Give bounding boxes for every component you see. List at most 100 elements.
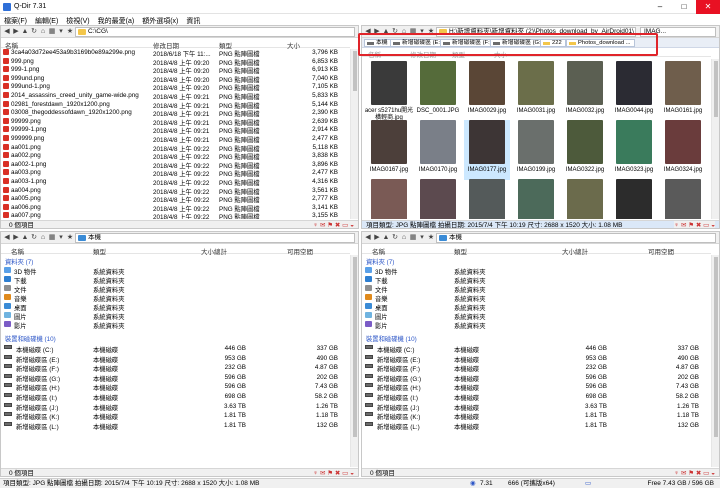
drive-row[interactable]: 新增磁碟區 (H:) 本機磁碟 596 GB 7.43 GB: [362, 383, 705, 392]
scrollbar[interactable]: [711, 59, 719, 219]
thumbnail-item[interactable]: IMAG0167.jpg: [366, 120, 412, 180]
table-row[interactable]: 999999.png 2018/4/8 上午 09:21 PNG 點陣圖檔 2,477…: [1, 135, 344, 144]
up-icon[interactable]: ▲: [21, 28, 29, 36]
table-row[interactable]: aa001.png 2018/4/8 上午 09:22 PNG 點陣圖檔 5,118 …: [1, 143, 344, 153]
list-item[interactable]: 3D 物件 系統資料夾: [1, 267, 344, 276]
drive-row[interactable]: 新增磁碟區 (I:) 本機磁碟 698 GB 58.2 GB: [362, 393, 705, 402]
back-icon[interactable]: ◀: [364, 234, 372, 242]
thumbnail-item[interactable]: IMAG0323.jpg: [611, 120, 657, 180]
group-header-drives[interactable]: 裝置和磁碟機 (10): [362, 334, 705, 343]
drive-row[interactable]: 新增磁碟區 (K:) 本機磁碟 1.81 TB 1.18 TB: [362, 412, 705, 421]
table-row[interactable]: 999und.png 2018/4/8 上午 09:20 PNG 點陣圖檔 7,040…: [1, 74, 344, 84]
home-icon[interactable]: ⌂: [39, 234, 47, 242]
star-icon[interactable]: ★: [66, 28, 74, 36]
drive-row[interactable]: 新增磁碟區 (I:) 本機磁碟 698 GB 58.2 GB: [1, 393, 344, 402]
list-item[interactable]: 下載 系統資料夾: [1, 276, 344, 285]
thumbnail-item[interactable]: IMAG0326.jpg: [415, 179, 461, 219]
table-row[interactable]: 3ca4a03d72ee453a9b3169b0e89a299e.png 2018…: [1, 49, 344, 58]
dropdown-icon[interactable]: ▾: [57, 234, 65, 242]
table-row[interactable]: aa006.png 2018/4/8 上午 09:22 PNG 點陣圖檔 3,141 …: [1, 203, 344, 213]
drive-row[interactable]: 新增磁碟區 (J:) 本機磁碟 3.63 TB 1.26 TB: [362, 402, 705, 412]
view-icon[interactable]: ▦: [48, 28, 56, 36]
thumbnail-item[interactable]: IMAG0707.jpg: [562, 179, 608, 219]
forward-icon[interactable]: ▶: [373, 234, 381, 242]
address-bar[interactable]: 本機: [436, 233, 716, 243]
thumbnail-item[interactable]: IMAG0161.jpg: [660, 61, 706, 121]
star-icon[interactable]: ★: [66, 234, 74, 242]
up-icon[interactable]: ▲: [382, 234, 390, 242]
address-bar[interactable]: 本機: [75, 233, 355, 243]
thumbnail-item[interactable]: IMAG0324.jpg: [660, 120, 706, 180]
drive-row[interactable]: 新增磁碟區 (L:) 本機磁碟 1.81 TB 132 GB: [1, 421, 344, 431]
drive-row[interactable]: 新增磁碟區 (F:) 本機磁碟 232 GB 4.87 GB: [1, 364, 344, 373]
star-icon[interactable]: ★: [427, 234, 435, 242]
list-item[interactable]: 3D 物件 系統資料夾: [362, 267, 705, 276]
table-row[interactable]: aa007.png 2018/4/8 上午 09:22 PNG 點陣圖檔 3,155 …: [1, 212, 344, 219]
list-item[interactable]: 文件 系統資料夾: [1, 285, 344, 294]
thumbnail-item[interactable]: IMAG0708.jpg: [611, 179, 657, 219]
drive-row[interactable]: 新增磁碟區 (E:) 本機磁碟 953 GB 490 GB: [1, 354, 344, 364]
minimize-button[interactable]: –: [648, 0, 672, 14]
list-item[interactable]: 影片 系統資料夾: [1, 321, 344, 330]
table-row[interactable]: aa003.png 2018/4/8 上午 09:22 PNG 點陣圖檔 2,477 …: [1, 169, 344, 178]
thumbnail-item[interactable]: IMAG0029.jpg: [464, 61, 510, 121]
thumbnail-item[interactable]: IMAG0570.jpg: [464, 179, 510, 219]
list-item[interactable]: 圖片 系統資料夾: [362, 312, 705, 321]
forward-icon[interactable]: ▶: [12, 28, 20, 36]
list-item[interactable]: 音樂 系統資料夾: [1, 294, 344, 303]
list-item[interactable]: 影片 系統資料夾: [362, 321, 705, 330]
address-bar[interactable]: C:\CG\: [75, 27, 355, 37]
thumbnail-item[interactable]: IMAG0031.jpg: [513, 61, 559, 121]
close-button[interactable]: ✕: [696, 0, 720, 14]
thumbnail-item[interactable]: IMAG0044.jpg: [611, 61, 657, 121]
thumbnail-item[interactable]: IMAG0177.jpg: [464, 120, 510, 180]
list-item[interactable]: 圖片 系統資料夾: [1, 312, 344, 321]
drive-row[interactable]: 新增磁碟區 (G:) 本機磁碟 596 GB 202 GB: [362, 373, 705, 383]
table-row[interactable]: aa004.png 2018/4/8 上午 09:22 PNG 點陣圖檔 3,561 …: [1, 186, 344, 196]
drive-row[interactable]: 新增磁碟區 (E:) 本機磁碟 953 GB 490 GB: [362, 354, 705, 364]
list-item[interactable]: 桌面 系統資料夾: [362, 303, 705, 312]
drive-row[interactable]: 新增磁碟區 (J:) 本機磁碟 3.63 TB 1.26 TB: [1, 402, 344, 412]
thumbnail-item[interactable]: IMAG0199.jpg: [513, 120, 559, 180]
drive-row[interactable]: 新增磁碟區 (L:) 本機磁碟 1.81 TB 132 GB: [362, 421, 705, 431]
dropdown-icon[interactable]: ▾: [418, 234, 426, 242]
group-header-folders[interactable]: 資料夾 (7): [1, 257, 344, 266]
refresh-icon[interactable]: ↻: [30, 28, 38, 36]
table-row[interactable]: 03008_thegoddessofdawn_1920x1200.png 2018…: [1, 109, 344, 118]
refresh-icon[interactable]: ↻: [30, 234, 38, 242]
group-header-folders[interactable]: 資料夾 (7): [362, 257, 705, 266]
table-row[interactable]: 999-1.png 2018/4/8 上午 09:20 PNG 點陣圖檔 6,913 …: [1, 66, 344, 75]
drive-row[interactable]: 本機磁碟 (C:) 本機磁碟 446 GB 337 GB: [362, 345, 705, 354]
table-row[interactable]: aa002.png 2018/4/8 上午 09:22 PNG 點陣圖檔 3,838 …: [1, 152, 344, 161]
list-item[interactable]: 下載 系統資料夾: [362, 276, 705, 285]
table-row[interactable]: 2014_assassins_creed_unity_game-wide.png…: [1, 92, 344, 101]
dropdown-icon[interactable]: ▾: [57, 28, 65, 36]
thumbnail-item[interactable]: IMAG0325.jpg: [366, 179, 412, 219]
table-row[interactable]: 99999.png 2018/4/8 上午 09:21 PNG 點陣圖檔 2,639 …: [1, 117, 344, 127]
scrollbar[interactable]: [711, 255, 719, 467]
table-row[interactable]: 02981_forestdawn_1920x1200.png 2018/4/8 上…: [1, 100, 344, 110]
drive-row[interactable]: 新增磁碟區 (K:) 本機磁碟 1.81 TB 1.18 TB: [1, 412, 344, 421]
back-icon[interactable]: ◀: [3, 234, 11, 242]
list-item[interactable]: 桌面 系統資料夾: [1, 303, 344, 312]
refresh-icon[interactable]: ↻: [391, 234, 399, 242]
table-row[interactable]: aa002-1.png 2018/4/8 上午 09:22 PNG 點陣圖檔 3,89…: [1, 160, 344, 170]
list-item[interactable]: 文件 系統資料夾: [362, 285, 705, 294]
drive-row[interactable]: 新增磁碟區 (H:) 本機磁碟 596 GB 7.43 GB: [1, 383, 344, 392]
thumbnail-item[interactable]: acer s5271hu開光橫輕商.jpg: [365, 61, 413, 121]
table-row[interactable]: 99999-1.png 2018/4/8 上午 09:21 PNG 點陣圖檔 2,91…: [1, 126, 344, 135]
group-header-drives[interactable]: 裝置和磁碟機 (10): [1, 334, 344, 343]
table-row[interactable]: 999.png 2018/4/8 上午 09:20 PNG 點陣圖檔 6,853 KB: [1, 57, 344, 67]
home-icon[interactable]: ⌂: [39, 28, 47, 36]
scrollbar[interactable]: [350, 49, 358, 219]
drive-row[interactable]: 新增磁碟區 (G:) 本機磁碟 596 GB 202 GB: [1, 373, 344, 383]
thumbnail-item[interactable]: IMAG0322.jpg: [562, 120, 608, 180]
back-icon[interactable]: ◀: [3, 28, 11, 36]
scrollbar[interactable]: [350, 255, 358, 467]
forward-icon[interactable]: ▶: [12, 234, 20, 242]
table-row[interactable]: aa003-1.png 2018/4/8 上午 09:22 PNG 點陣圖檔 4,31…: [1, 178, 344, 187]
drive-row[interactable]: 新增磁碟區 (F:) 本機磁碟 232 GB 4.87 GB: [362, 364, 705, 373]
view-icon[interactable]: ▦: [48, 234, 56, 242]
up-icon[interactable]: ▲: [21, 234, 29, 242]
thumbnail-item[interactable]: IMAG0170.jpg: [415, 120, 461, 180]
